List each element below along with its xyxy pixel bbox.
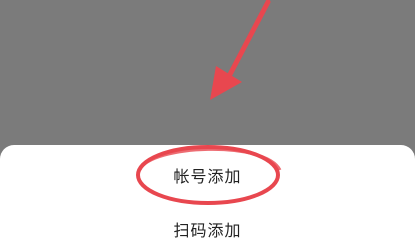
screen: 帐号添加 扫码添加 bbox=[0, 0, 415, 250]
dim-overlay[interactable] bbox=[0, 0, 415, 150]
bottom-action-sheet: 帐号添加 扫码添加 bbox=[0, 145, 415, 250]
add-by-scan-option[interactable]: 扫码添加 bbox=[0, 221, 415, 241]
add-by-account-option[interactable]: 帐号添加 bbox=[0, 167, 415, 187]
